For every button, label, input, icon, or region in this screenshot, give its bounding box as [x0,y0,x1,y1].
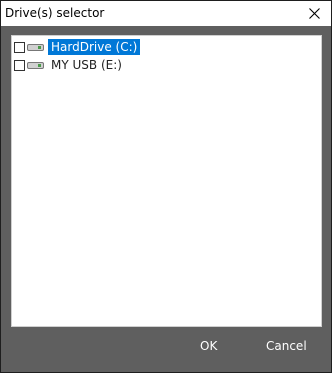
drive-checkbox-c[interactable] [14,41,25,53]
close-icon [308,8,320,19]
drive-label-c[interactable]: HardDrive (C:) [48,39,141,55]
usb-drive-icon [27,60,45,71]
dialog-window: Drive(s) selector HardDrive (C:) MY USB … [0,0,332,373]
drive-row-e[interactable]: MY USB (E:) [14,56,125,74]
drive-row-c[interactable]: HardDrive (C:) [14,38,141,56]
title-bar: Drive(s) selector [1,1,331,26]
drive-tree[interactable]: HardDrive (C:) MY USB (E:) [11,35,322,327]
cancel-button[interactable]: Cancel [266,339,307,353]
drive-checkbox-e[interactable] [14,59,25,71]
ok-button[interactable]: OK [200,339,217,353]
hard-drive-icon [27,42,45,53]
close-button[interactable] [297,1,331,26]
window-title: Drive(s) selector [5,6,105,20]
drive-label-e[interactable]: MY USB (E:) [48,57,125,73]
